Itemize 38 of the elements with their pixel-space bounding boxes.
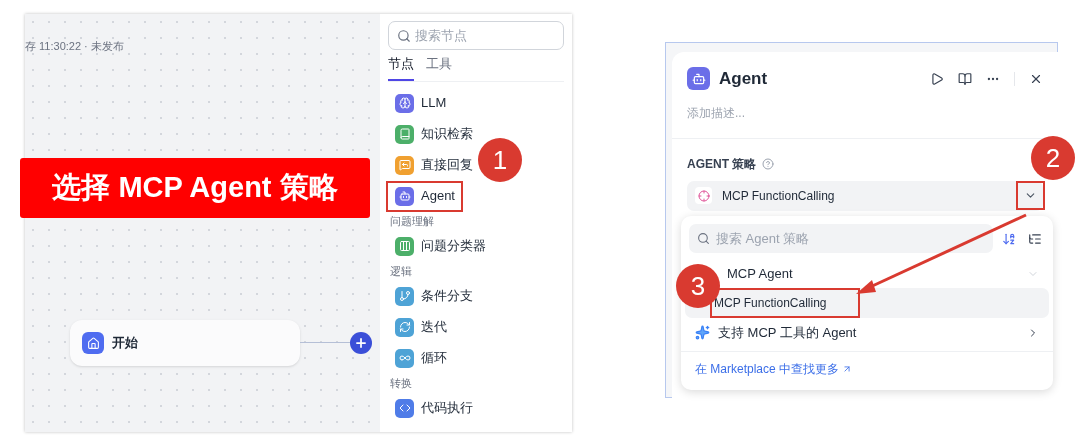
chevron-button[interactable] xyxy=(1016,181,1045,210)
agent-icon xyxy=(687,67,710,91)
marketplace-link[interactable]: 在 Marketplace 中查找更多 xyxy=(695,360,853,378)
search-icon xyxy=(697,232,710,245)
save-status: 存 11:30:22 · 未发布 xyxy=(25,39,124,54)
search-icon xyxy=(397,28,411,43)
panel-tab[interactable]: 工具 xyxy=(426,54,452,81)
node-item[interactable]: 代码执行 xyxy=(386,392,481,424)
node-item[interactable]: 循环 xyxy=(386,342,455,374)
section-label: 逻辑 xyxy=(389,263,413,279)
run-button[interactable] xyxy=(930,71,944,86)
strategy-select[interactable]: MCP FunctionCalling xyxy=(687,180,1043,211)
panel-tab[interactable]: 节点 xyxy=(388,54,414,81)
book-icon[interactable] xyxy=(958,71,972,86)
node-item[interactable]: 迭代 xyxy=(386,311,455,343)
strategy-group[interactable]: MCP Agent xyxy=(727,263,793,284)
node-item[interactable]: Agent xyxy=(386,180,463,212)
home-icon xyxy=(82,332,104,354)
node-item[interactable]: 问题分类器 xyxy=(386,230,494,262)
node-title: 开始 xyxy=(112,334,138,353)
step-badge: 2 xyxy=(1031,136,1075,180)
sparkle-icon xyxy=(695,325,710,340)
strategy-group[interactable]: 支持 MCP 工具的 Agent xyxy=(718,322,857,343)
external-link-icon xyxy=(842,364,853,374)
node-item[interactable]: 条件分支 xyxy=(386,280,481,312)
section-label: 转换 xyxy=(389,375,413,391)
callout-text: 选择 MCP Agent 策略 xyxy=(52,170,338,206)
node-item[interactable]: 直接回复 xyxy=(386,149,481,181)
node-item[interactable]: LLM xyxy=(386,87,455,119)
plus-icon xyxy=(354,336,368,350)
field-label: AGENT 策略 xyxy=(687,155,757,173)
node-item[interactable]: 知识检索 xyxy=(386,118,481,150)
panel-title: Agent xyxy=(719,68,768,90)
section-label: 问题理解 xyxy=(389,213,435,229)
start-node[interactable]: 开始 xyxy=(70,320,300,366)
strategy-icon xyxy=(695,187,712,204)
add-node-button[interactable] xyxy=(350,332,372,354)
help-icon xyxy=(762,157,775,170)
